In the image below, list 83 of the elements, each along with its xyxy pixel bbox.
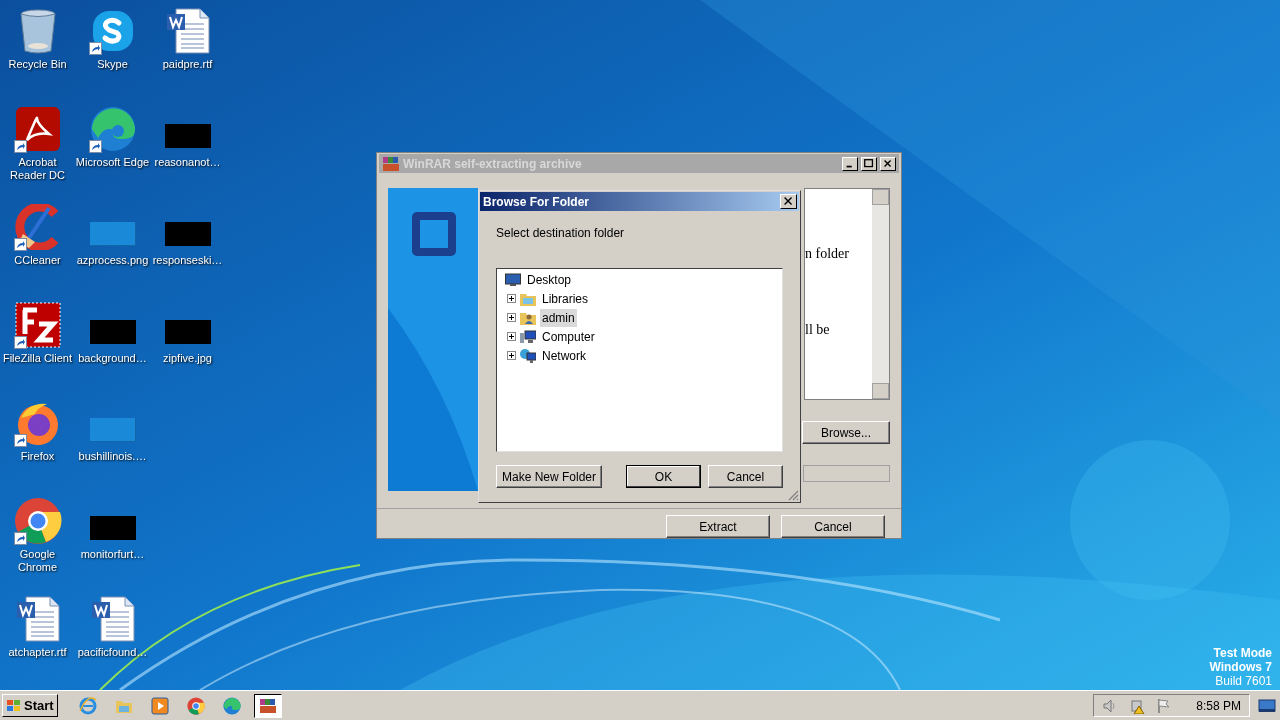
body-text: ll be bbox=[805, 321, 831, 339]
desktop-icon-label[interactable]: Skype bbox=[97, 58, 128, 71]
computer-icon bbox=[520, 329, 536, 344]
edge-icon[interactable] bbox=[222, 696, 241, 715]
tree-item[interactable]: Computer bbox=[540, 327, 597, 346]
ccleaner-icon bbox=[14, 204, 61, 250]
close-icon[interactable] bbox=[780, 194, 797, 209]
shortcut-arrow-icon bbox=[13, 434, 27, 447]
desktop-icon-label[interactable]: Google Chrome bbox=[0, 548, 75, 574]
prompt-text: Select destination folder bbox=[496, 225, 626, 242]
desktop-icon-label[interactable]: Microsoft Edge bbox=[75, 156, 150, 169]
desktop-icon-label[interactable]: monitorfurt… bbox=[80, 548, 145, 561]
desktop-icon-label[interactable]: Acrobat Reader DC bbox=[0, 156, 75, 182]
shortcut-arrow-icon bbox=[88, 42, 102, 55]
maximize-icon[interactable] bbox=[861, 156, 877, 171]
image-thumbnail bbox=[164, 320, 211, 344]
document-icon bbox=[90, 596, 135, 642]
desktop-icon-label[interactable]: paidpre.rtf bbox=[162, 58, 213, 71]
desktop-icon-label[interactable]: zipfive.jpg bbox=[163, 352, 212, 365]
tree-item[interactable]: Libraries bbox=[540, 289, 591, 308]
cancel-button[interactable]: Cancel bbox=[708, 465, 783, 488]
show-desktop-icon[interactable] bbox=[1258, 697, 1276, 714]
recycle-bin-icon bbox=[17, 8, 58, 54]
desktop-icon-label[interactable]: responseski… bbox=[152, 254, 223, 267]
expander-icon[interactable] bbox=[507, 351, 516, 360]
document-icon bbox=[15, 596, 60, 642]
desktop-icon-label[interactable]: bushillinois.… bbox=[78, 450, 147, 463]
cancel-button[interactable]: Cancel bbox=[781, 515, 885, 538]
os-notice-text: Build 7601 bbox=[1215, 674, 1272, 688]
image-thumbnail bbox=[164, 124, 211, 148]
filezilla-icon bbox=[14, 302, 61, 348]
shortcut-arrow-icon bbox=[13, 532, 27, 545]
network-warning-icon[interactable] bbox=[1128, 697, 1147, 714]
archive-books-icon[interactable] bbox=[382, 154, 400, 173]
document-icon bbox=[165, 8, 210, 54]
tree-item[interactable]: Desktop bbox=[525, 270, 574, 289]
desktop-icon-label[interactable]: Recycle Bin bbox=[8, 58, 67, 71]
folder-icon bbox=[520, 291, 536, 306]
image-thumbnail bbox=[89, 418, 136, 442]
dialog-title: Browse For Folder bbox=[483, 193, 590, 211]
shortcut-arrow-icon bbox=[13, 238, 27, 251]
media-player-icon[interactable] bbox=[150, 696, 169, 715]
image-thumbnail bbox=[89, 320, 136, 344]
desktop-icon-label[interactable]: atchapter.rtf bbox=[8, 646, 67, 659]
chrome-icon bbox=[13, 497, 62, 545]
shortcut-arrow-icon bbox=[13, 140, 27, 153]
image-thumbnail bbox=[89, 516, 136, 540]
desktop-icon-label[interactable]: azprocess.png bbox=[76, 254, 149, 267]
new-folder-button[interactable]: Make New Folder bbox=[496, 465, 602, 488]
desktop-icon-label[interactable]: pacificfound… bbox=[77, 646, 148, 659]
resize-grip-icon[interactable] bbox=[787, 489, 799, 501]
archive-books-icon[interactable] bbox=[258, 696, 277, 715]
desktop-icon-label[interactable]: FileZilla Client bbox=[2, 352, 73, 365]
desktop-icon-label[interactable]: CCleaner bbox=[14, 254, 61, 267]
acrobat-icon bbox=[14, 106, 61, 152]
edge-icon bbox=[89, 106, 136, 152]
ok-button[interactable]: OK bbox=[626, 465, 701, 488]
close-icon[interactable] bbox=[880, 156, 896, 171]
expander-icon[interactable] bbox=[507, 294, 516, 303]
network-icon bbox=[520, 348, 536, 363]
desktop-icon-label[interactable]: Firefox bbox=[20, 450, 55, 463]
windows-logo-icon bbox=[6, 698, 22, 713]
tree-item[interactable]: admin bbox=[540, 308, 577, 327]
image-thumbnail bbox=[89, 222, 136, 246]
tree-item[interactable]: Network bbox=[540, 346, 588, 365]
user-folder-icon bbox=[520, 310, 536, 325]
image-thumbnail bbox=[164, 222, 211, 246]
body-text: n folder bbox=[805, 245, 850, 263]
expander-icon[interactable] bbox=[507, 332, 516, 341]
chrome-icon[interactable] bbox=[186, 696, 205, 715]
clock[interactable]: 8:58 PM bbox=[1196, 696, 1241, 715]
shortcut-arrow-icon bbox=[13, 336, 27, 349]
start-button[interactable]: Start bbox=[2, 694, 58, 717]
extract-button[interactable]: Extract bbox=[666, 515, 770, 538]
desktop-icon-label[interactable]: background… bbox=[78, 352, 147, 365]
monitor-icon bbox=[505, 272, 521, 287]
os-notice-text: Test Mode bbox=[1213, 646, 1272, 660]
browse-button[interactable]: Browse... bbox=[802, 421, 890, 444]
minimize-icon[interactable] bbox=[842, 156, 858, 171]
os-notice-text: Windows 7 bbox=[1209, 660, 1272, 674]
desktop-icon-label[interactable]: reasonanot… bbox=[154, 156, 221, 169]
shortcut-arrow-icon bbox=[88, 140, 102, 153]
expander-icon[interactable] bbox=[507, 313, 516, 322]
